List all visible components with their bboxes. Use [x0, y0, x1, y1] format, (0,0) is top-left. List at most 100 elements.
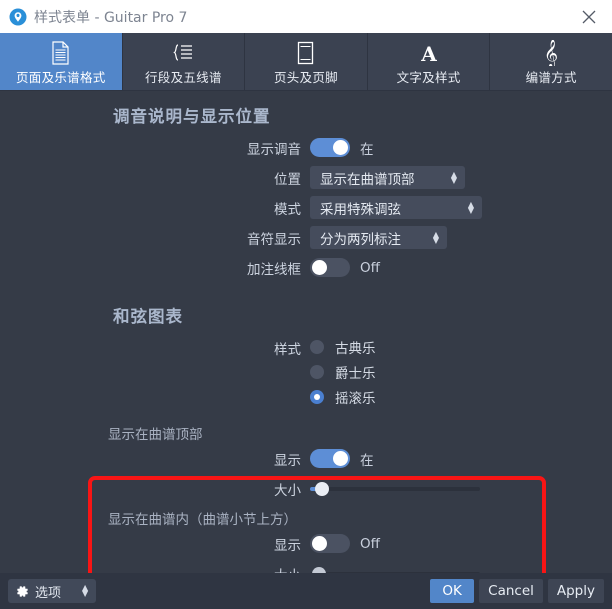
- dialog-button-group: OK Cancel Apply: [430, 579, 604, 603]
- row-top-size: 大小: [0, 475, 612, 502]
- tab-label: 编谱方式: [525, 69, 577, 85]
- apply-button[interactable]: Apply: [547, 579, 604, 603]
- page-icon: [297, 40, 314, 66]
- slider-track: [310, 571, 480, 573]
- frame-toggle[interactable]: [310, 258, 350, 277]
- control-top-show: 在: [310, 449, 374, 469]
- row-inline-show: 显示 Off: [0, 530, 612, 557]
- svg-text:A: A: [420, 42, 437, 64]
- row-top-show: 显示 在: [0, 445, 612, 472]
- slider-thumb[interactable]: [312, 566, 326, 573]
- show-tuning-state: 在: [360, 141, 374, 158]
- row-mode: 模式 采用特殊调弦 ▲ ▼: [0, 194, 612, 221]
- titlebar: 样式表单 - Guitar Pro 7: [0, 0, 612, 33]
- toggle-knob: [312, 260, 327, 275]
- close-button[interactable]: [566, 0, 612, 33]
- section-heading-tuning: 调音说明与显示位置: [113, 107, 271, 126]
- chevron-updown-icon: ▲ ▼: [82, 583, 89, 598]
- mode-select[interactable]: 采用特殊调弦 ▲ ▼: [310, 196, 482, 219]
- label-inline-show: 显示: [274, 537, 301, 554]
- toggle-knob: [333, 140, 348, 155]
- control-top-size: [310, 481, 480, 497]
- position-select[interactable]: 显示在曲谱顶部 ▲ ▼: [310, 166, 465, 189]
- label-frame: 加注线框: [247, 261, 301, 278]
- top-show-state: 在: [360, 452, 374, 469]
- row-note-display: 音符显示 分为两列标注 ▲ ▼: [0, 224, 612, 251]
- radio-row-classical[interactable]: 古典乐: [310, 334, 376, 359]
- chevron-updown-icon: ▲ ▼: [450, 169, 457, 185]
- dialog-footer: 选项 ▲ ▼ OK Cancel Apply: [0, 573, 612, 609]
- tab-header-footer[interactable]: 页头及页脚: [245, 33, 368, 90]
- options-button[interactable]: 选项 ▲ ▼: [8, 579, 97, 603]
- radio-row-rock[interactable]: 摇滚乐: [310, 384, 376, 409]
- tab-page-score-format[interactable]: 页面及乐谱格式: [0, 33, 123, 90]
- show-tuning-toggle[interactable]: [310, 138, 350, 157]
- radio-classical[interactable]: [310, 339, 324, 354]
- tab-notation-mode[interactable]: 𝄞 编谱方式: [490, 33, 612, 90]
- toggle-knob: [333, 451, 348, 466]
- top-show-toggle[interactable]: [310, 449, 350, 468]
- control-inline-size: [310, 566, 480, 573]
- control-mode: 采用特殊调弦 ▲ ▼: [310, 196, 482, 219]
- inline-show-state: Off: [360, 535, 380, 552]
- cancel-button[interactable]: Cancel: [479, 579, 543, 603]
- label-note-display: 音符显示: [247, 231, 301, 248]
- row-position: 位置 显示在曲谱顶部 ▲ ▼: [0, 164, 612, 191]
- radio-rock[interactable]: [310, 389, 324, 404]
- frame-state: Off: [360, 259, 380, 276]
- label-mode: 模式: [274, 201, 301, 218]
- label-position: 位置: [274, 171, 301, 188]
- tab-label: 页面及乐谱格式: [15, 69, 106, 85]
- tab-bar: 页面及乐谱格式 行段及五线谱 页头及页脚 A 文字及样式 𝄞 编谱方式: [0, 33, 612, 91]
- position-select-value: 显示在曲谱顶部: [320, 171, 415, 188]
- tab-label: 行段及五线谱: [144, 69, 222, 85]
- radio-label: 摇滚乐: [335, 390, 376, 407]
- ok-button[interactable]: OK: [430, 579, 475, 603]
- svg-text:𝄞: 𝄞: [544, 40, 558, 66]
- inline-show-toggle[interactable]: [310, 534, 350, 553]
- row-show-tuning: 显示调音 在: [0, 134, 612, 161]
- radio-jazz[interactable]: [310, 364, 324, 379]
- top-size-slider[interactable]: [310, 481, 480, 497]
- label-inline-size: 大小: [0, 564, 310, 574]
- slider-track: [310, 486, 480, 491]
- tab-staff-system[interactable]: 行段及五线谱: [123, 33, 246, 90]
- chevron-updown-icon: ▲ ▼: [432, 229, 439, 245]
- control-frame: Off: [310, 258, 380, 277]
- style-sheet-dialog: 样式表单 - Guitar Pro 7 页面及乐谱格式 行段及五线谱 页头及页脚…: [0, 0, 612, 609]
- section-heading-chord: 和弦图表: [113, 307, 183, 326]
- bracket-list-icon: [172, 40, 194, 66]
- radio-label: 古典乐: [335, 340, 376, 357]
- chord-style-radio-group: 古典乐 爵士乐 摇滚乐: [310, 334, 376, 409]
- row-chord-style: 样式 古典乐 爵士乐 摇滚乐: [0, 334, 612, 409]
- radio-row-jazz[interactable]: 爵士乐: [310, 359, 376, 384]
- label-top-show: 显示: [274, 452, 301, 469]
- close-icon: [582, 10, 596, 23]
- window-title: 样式表单 - Guitar Pro 7: [34, 9, 188, 26]
- mode-select-value: 采用特殊调弦: [320, 201, 401, 218]
- label-chord-style: 样式: [274, 342, 301, 358]
- tab-text-style[interactable]: A 文字及样式: [368, 33, 491, 90]
- tab-label: 文字及样式: [396, 69, 461, 85]
- subheading-inline: 显示在曲谱内（曲谱小节上方）: [108, 512, 297, 528]
- slider-thumb[interactable]: [315, 481, 329, 496]
- options-label: 选项: [35, 585, 62, 601]
- settings-content: 调音说明与显示位置 显示调音 在 位置 显示在曲谱顶部 ▲ ▼ 模式 采用特殊调…: [0, 91, 612, 573]
- gear-icon: [17, 585, 28, 597]
- control-note-display: 分为两列标注 ▲ ▼: [310, 226, 447, 249]
- radio-label: 爵士乐: [335, 365, 376, 382]
- row-inline-size: 大小: [0, 560, 612, 573]
- label-show-tuning: 显示调音: [247, 141, 301, 158]
- guitar-pro-pin-icon: [9, 8, 27, 25]
- control-show-tuning: 在: [310, 138, 374, 158]
- inline-size-slider[interactable]: [310, 566, 480, 573]
- letter-a-icon: A: [418, 40, 440, 66]
- note-display-select[interactable]: 分为两列标注 ▲ ▼: [310, 226, 447, 249]
- document-icon: [51, 40, 70, 66]
- control-position: 显示在曲谱顶部 ▲ ▼: [310, 166, 465, 189]
- toggle-knob: [312, 536, 327, 551]
- note-display-select-value: 分为两列标注: [320, 231, 401, 248]
- control-inline-show: Off: [310, 534, 380, 553]
- subheading-top-of-score: 显示在曲谱顶部: [108, 427, 203, 443]
- chevron-updown-icon: ▲ ▼: [467, 199, 474, 215]
